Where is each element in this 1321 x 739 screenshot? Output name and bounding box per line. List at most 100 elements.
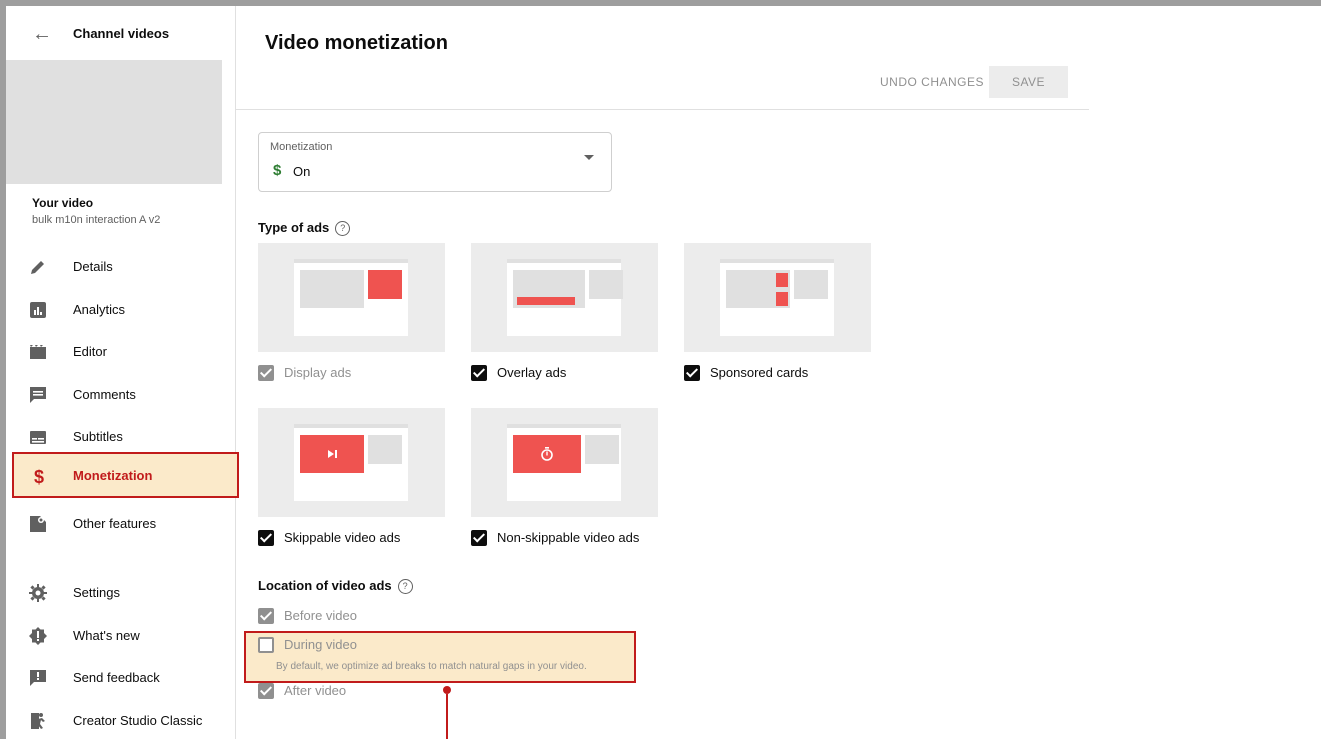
non-skippable-video-ads-illustration — [471, 408, 658, 517]
sidebar-item-label: Creator Studio Classic — [73, 713, 203, 728]
save-button[interactable]: SAVE — [989, 66, 1068, 98]
pencil-icon — [31, 261, 44, 274]
header-divider — [236, 109, 1089, 110]
sidebar-item-label: Details — [73, 259, 113, 274]
overlay-ad-block — [517, 297, 575, 305]
after-video-checkbox[interactable] — [258, 683, 274, 699]
sidebar-item-monetization[interactable]: $ Monetization — [12, 452, 239, 498]
clapperboard-icon — [30, 345, 46, 359]
sidebar-item-other-features[interactable]: Other features — [6, 508, 235, 540]
monetization-select-label: Monetization — [270, 141, 333, 153]
before-video-checkbox[interactable] — [258, 608, 274, 624]
display-ads-checkbox[interactable] — [258, 365, 274, 381]
sidebar-item-send-feedback[interactable]: Send feedback — [6, 662, 235, 694]
svg-text:$: $ — [34, 467, 44, 486]
sidebar-item-label: Settings — [73, 585, 120, 600]
sidebar-item-settings[interactable]: Settings — [6, 577, 235, 609]
during-video-description: By default, we optimize ad breaks to mat… — [276, 661, 587, 672]
analytics-icon — [30, 302, 46, 318]
timer-icon — [541, 447, 553, 461]
ad-preview-topbar — [294, 424, 408, 428]
subtitles-icon — [30, 431, 46, 444]
option-label: Before video — [284, 608, 357, 623]
sidebar-item-label: What's new — [73, 628, 140, 643]
sidebar-item-details[interactable]: Details — [6, 251, 235, 283]
video-name: bulk m10n interaction A v2 — [32, 214, 161, 226]
monetization-select[interactable]: Monetization $ On — [258, 132, 612, 192]
sidebar-item-analytics[interactable]: Analytics — [6, 294, 235, 326]
back-label: Channel videos — [73, 26, 170, 41]
your-video-label: Your video — [32, 196, 94, 210]
option-label: Display ads — [284, 365, 352, 380]
display-ads-illustration — [258, 243, 445, 352]
type-of-ads-heading: Type of ads? — [258, 220, 351, 237]
ad-preview-topbar — [720, 259, 834, 263]
help-icon[interactable]: ? — [397, 579, 413, 595]
ad-preview-screen — [507, 259, 623, 336]
main-content: Video monetization UNDO CHANGES SAVE Mon… — [236, 6, 1321, 739]
side-area — [368, 435, 402, 464]
dollar-icon: $ — [273, 162, 282, 179]
undo-changes-button[interactable]: UNDO CHANGES — [872, 66, 992, 98]
sponsored-card-block — [776, 292, 788, 306]
video-area — [300, 270, 364, 308]
sponsored-card-block — [776, 273, 788, 287]
sidebar-item-whats-new[interactable]: What's new — [6, 620, 235, 652]
video-thumbnail[interactable] — [6, 60, 222, 184]
option-label: Non-skippable video ads — [497, 530, 640, 545]
skippable-ad-block — [300, 435, 364, 473]
skip-icon — [328, 450, 337, 458]
ad-preview-screen — [294, 259, 408, 336]
option-label: Overlay ads — [497, 365, 567, 380]
back-to-channel-videos[interactable]: ← Channel videos — [6, 20, 235, 48]
sidebar-item-label: Monetization — [73, 468, 153, 483]
ad-preview-screen — [507, 424, 621, 501]
monetization-value: On — [293, 164, 311, 179]
sidebar-item-subtitles[interactable]: Subtitles — [6, 421, 235, 453]
feedback-icon — [30, 670, 46, 686]
gear-icon — [29, 584, 47, 602]
side-area — [794, 270, 828, 299]
comments-icon — [30, 387, 46, 403]
help-icon[interactable]: ? — [335, 221, 351, 237]
ad-preview-topbar — [507, 424, 621, 428]
sidebar-item-label: Send feedback — [73, 670, 160, 685]
overlay-ads-checkbox[interactable] — [471, 365, 487, 381]
location-title: Location of video ads — [258, 578, 392, 593]
sponsored-cards-illustration — [684, 243, 871, 352]
classic-exit-icon — [31, 713, 45, 729]
chevron-down-icon — [584, 155, 594, 160]
side-area — [585, 435, 619, 464]
ad-preview-topbar — [507, 259, 621, 263]
annotation-pin-dot — [443, 686, 451, 694]
sidebar-item-label: Comments — [73, 387, 136, 402]
option-label: After video — [284, 683, 347, 698]
option-label: Sponsored cards — [710, 365, 809, 380]
page-title: Video monetization — [265, 32, 448, 54]
during-video-checkbox[interactable] — [258, 637, 274, 653]
sidebar-item-editor[interactable]: Editor — [6, 336, 235, 368]
side-area — [589, 270, 623, 299]
annotation-pin-line — [446, 694, 448, 739]
display-ad-block — [368, 270, 402, 299]
sponsored-cards-checkbox[interactable] — [684, 365, 700, 381]
whats-new-icon — [29, 627, 47, 645]
option-label: Skippable video ads — [284, 530, 401, 545]
sidebar-item-creator-studio-classic[interactable]: Creator Studio Classic — [6, 705, 235, 737]
back-arrow-icon[interactable]: ← — [32, 23, 52, 46]
overlay-ads-illustration — [471, 243, 658, 352]
non-skippable-video-ads-checkbox[interactable] — [471, 530, 487, 546]
sidebar-item-label: Analytics — [73, 302, 126, 317]
sidebar-item-label: Editor — [73, 344, 107, 359]
sidebar-item-label: Subtitles — [73, 429, 123, 444]
sidebar-item-label: Other features — [73, 516, 157, 531]
skippable-video-ads-illustration — [258, 408, 445, 517]
ad-preview-screen — [720, 259, 834, 336]
skippable-video-ads-checkbox[interactable] — [258, 530, 274, 546]
dollar-icon: $ — [34, 467, 44, 486]
location-of-video-ads-heading: Location of video ads? — [258, 578, 413, 595]
sidebar-item-comments[interactable]: Comments — [6, 379, 235, 411]
sidebar: ← Channel videos Your video bulk m10n in… — [6, 6, 239, 739]
non-skippable-ad-block — [513, 435, 581, 473]
type-of-ads-title: Type of ads — [258, 220, 330, 235]
